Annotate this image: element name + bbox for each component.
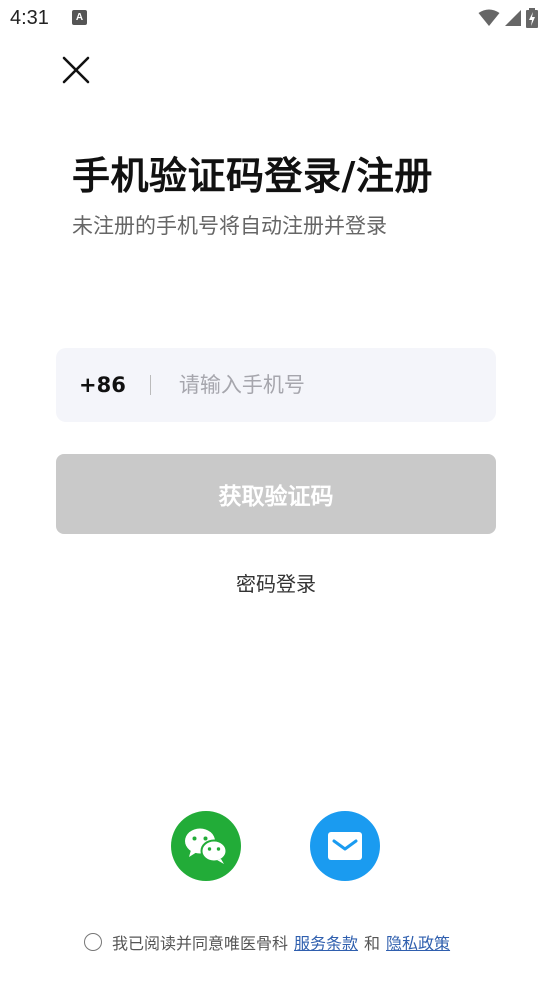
email-icon: [328, 832, 362, 860]
email-login-button[interactable]: [310, 811, 380, 881]
phone-input[interactable]: [178, 373, 469, 397]
divider: [149, 375, 151, 395]
phone-input-box[interactable]: +86: [56, 348, 496, 422]
status-time: 4:31: [10, 7, 49, 29]
terms-of-service-link[interactable]: 服务条款: [294, 930, 358, 954]
app-notification-icon: A: [72, 10, 87, 25]
wifi-icon: [478, 9, 500, 26]
country-code-selector[interactable]: +86: [79, 373, 126, 397]
status-indicators: [478, 8, 538, 28]
close-icon[interactable]: [58, 52, 94, 88]
get-code-button[interactable]: 获取验证码: [56, 454, 496, 534]
status-bar: 4:31 A: [0, 0, 552, 38]
battery-charging-icon: [526, 8, 538, 28]
agreement-conjunction: 和: [364, 934, 381, 953]
page-title: 手机验证码登录/注册: [72, 154, 433, 198]
close-button[interactable]: [58, 52, 94, 88]
wechat-login-button[interactable]: [171, 811, 241, 881]
cellular-signal-icon: [505, 10, 521, 26]
page-subtitle: 未注册的手机号将自动注册并登录: [72, 214, 387, 238]
agreement-checkbox[interactable]: [84, 933, 102, 951]
privacy-policy-link[interactable]: 隐私政策: [386, 930, 450, 954]
password-login-link[interactable]: 密码登录: [0, 568, 552, 597]
wechat-icon: [185, 828, 228, 864]
agreement-text: 我已阅读并同意唯医骨科: [112, 934, 289, 953]
agreement-row: 我已阅读并同意唯医骨科 服务条款 和 隐私政策: [84, 930, 450, 954]
